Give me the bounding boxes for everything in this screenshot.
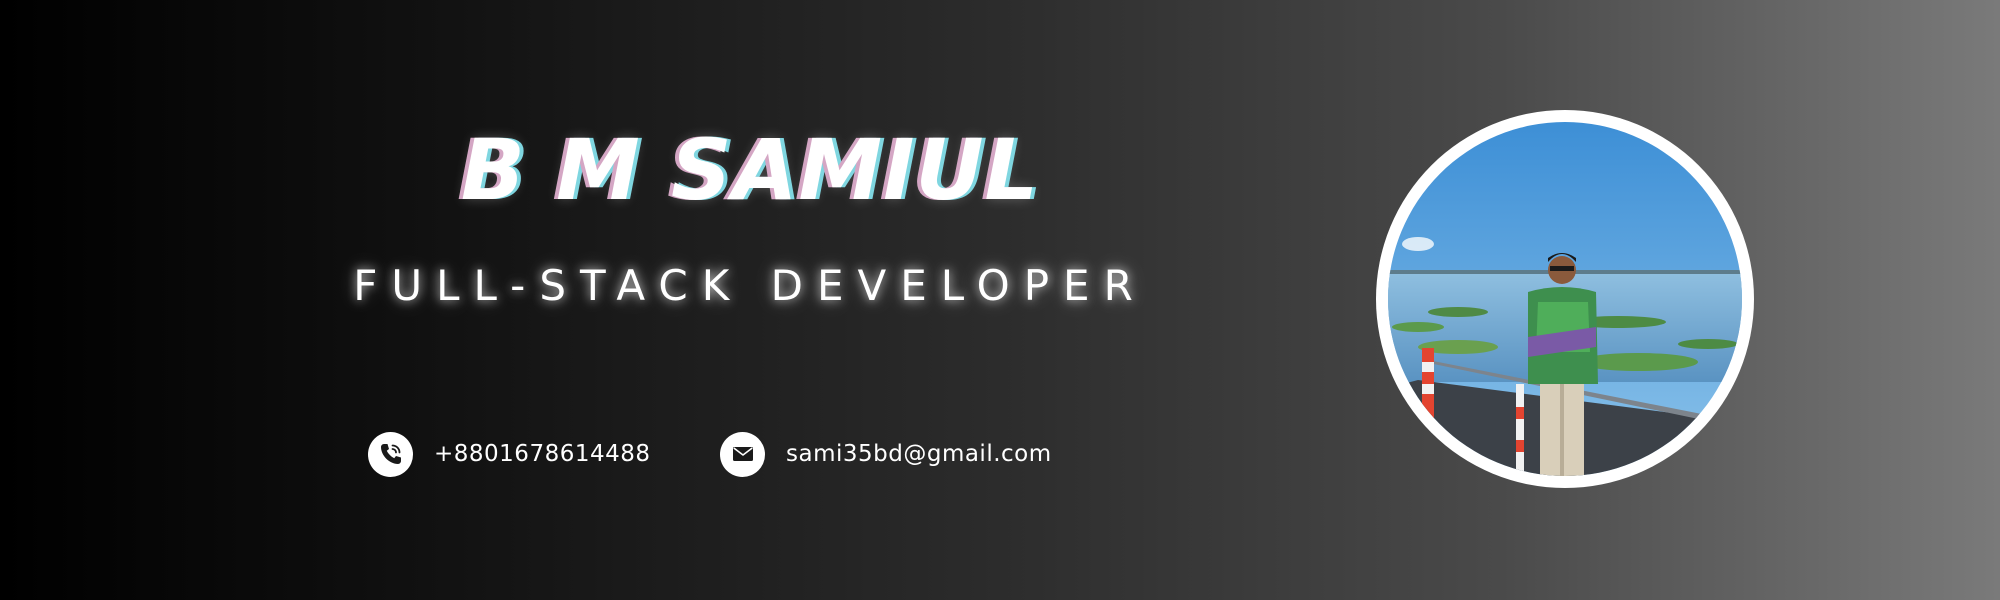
profile-photo-frame <box>1376 110 1754 488</box>
profile-name: B M SAMIUL <box>460 121 1040 219</box>
envelope-icon <box>720 431 765 477</box>
phone-contact[interactable]: +8801678614488 <box>368 430 651 478</box>
profile-photo <box>1388 122 1742 476</box>
phone-number[interactable]: +8801678614488 <box>434 441 651 467</box>
phone-icon <box>368 431 413 477</box>
email-address[interactable]: sami35bd@gmail.com <box>786 441 1052 467</box>
profile-banner: B M SAMIUL FULL-STACK DEVELOPER +8801678… <box>0 0 2000 600</box>
email-contact[interactable]: sami35bd@gmail.com <box>720 430 1052 478</box>
profile-job-title: FULL-STACK DEVELOPER <box>353 261 1147 310</box>
